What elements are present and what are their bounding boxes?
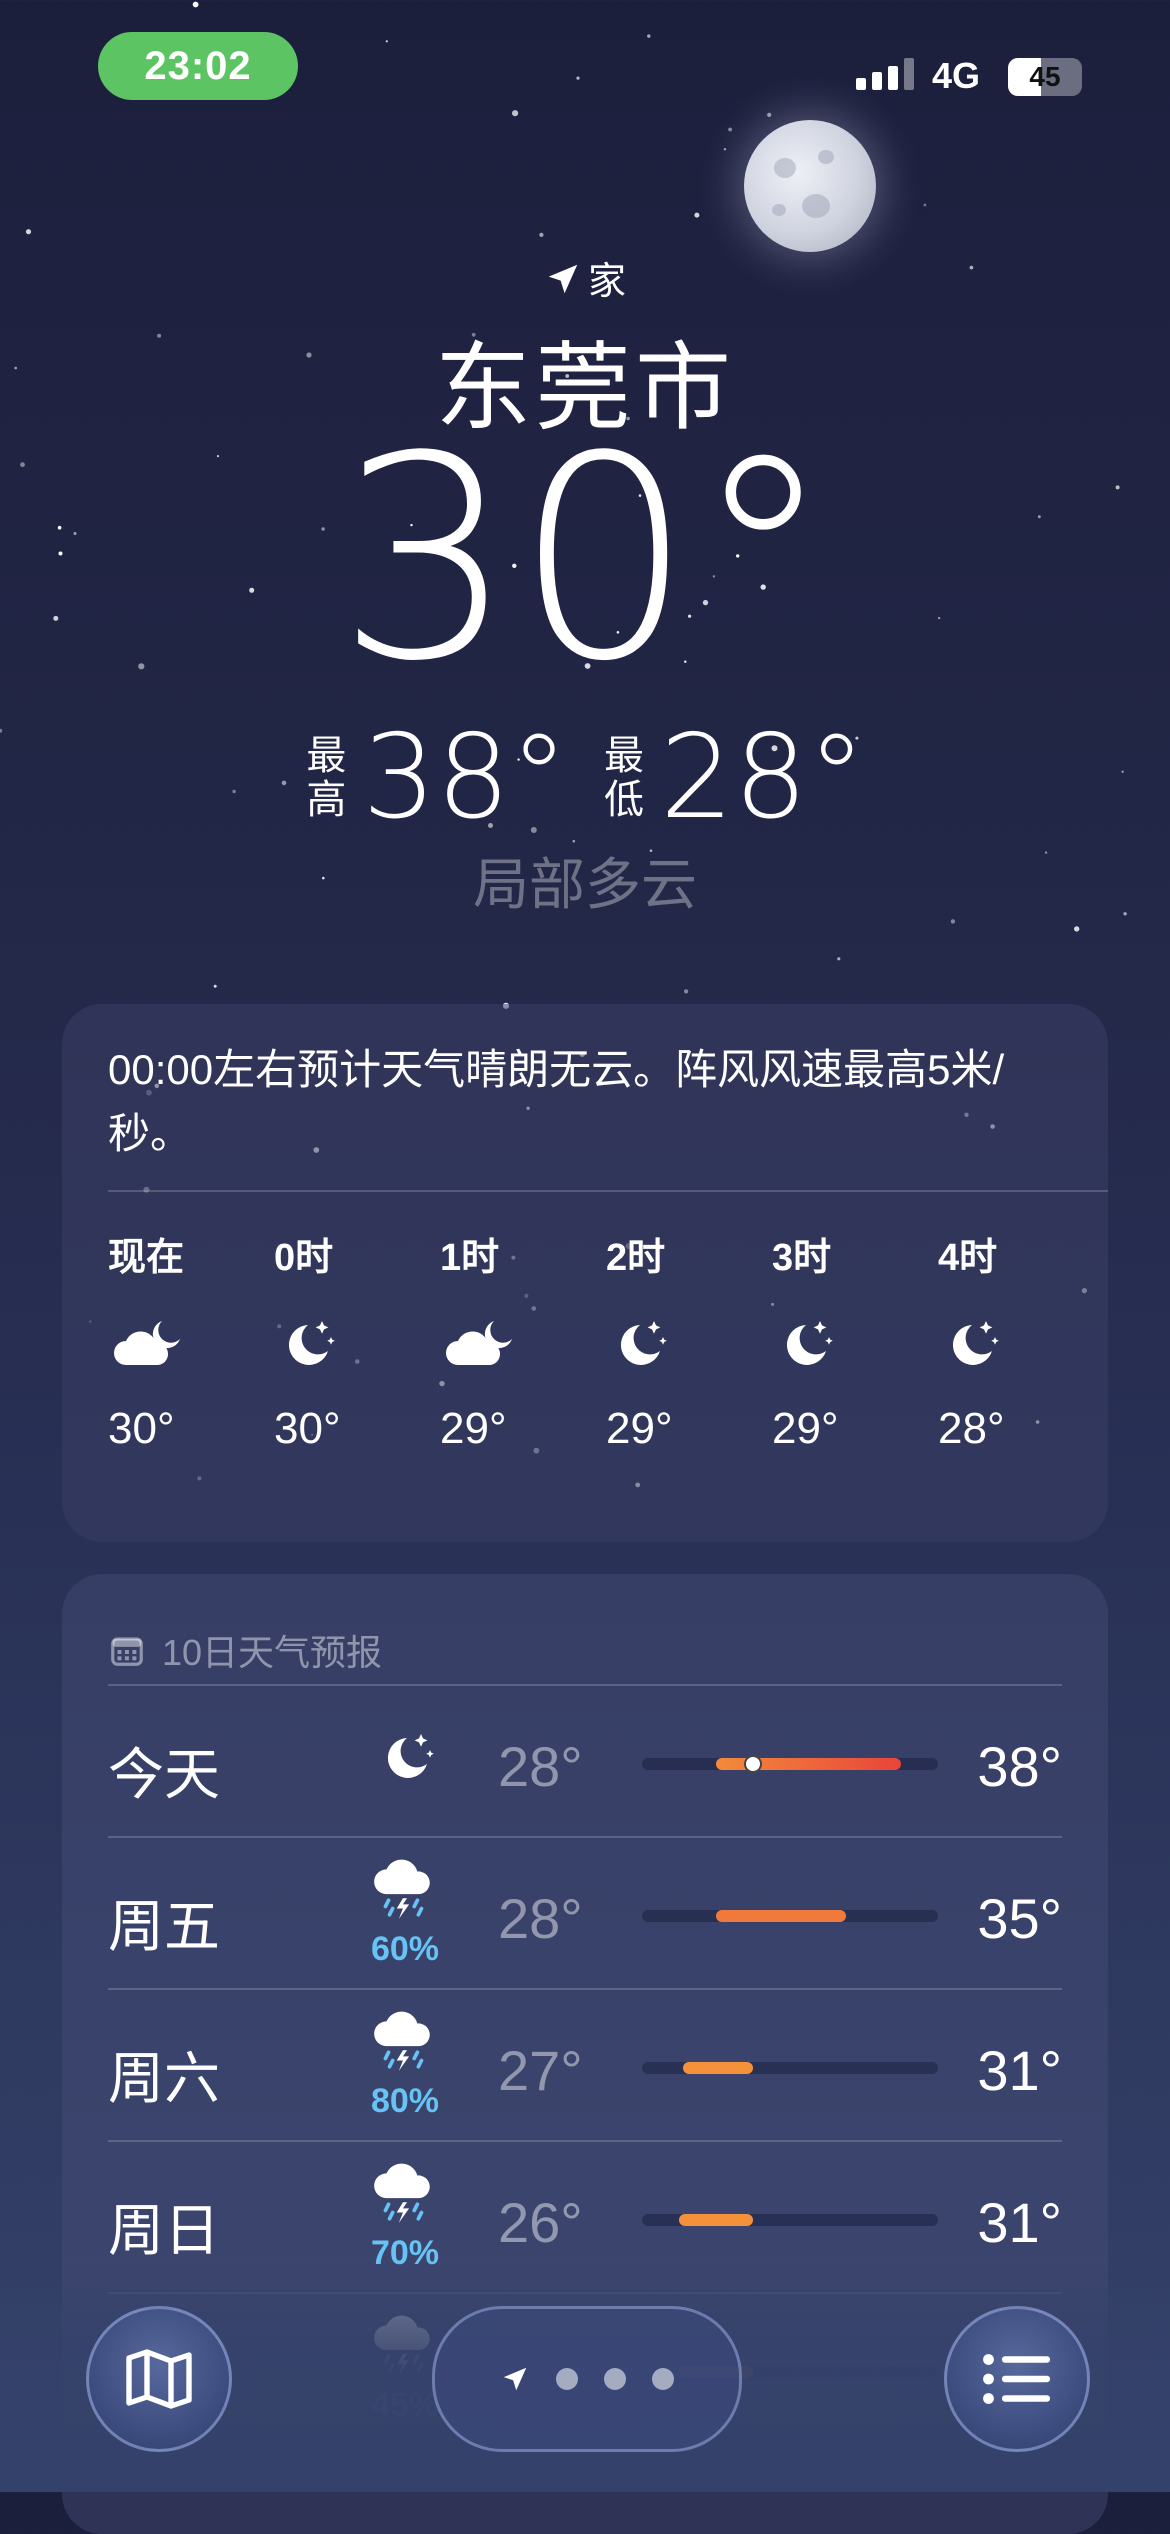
daily-row: 今天 28° 38°: [108, 1684, 1062, 1836]
day-label: 今天: [108, 1743, 220, 1806]
day-high-temp: 38°: [977, 1735, 1062, 1798]
thunderstorm-icon: [370, 2009, 440, 2080]
day-label: 周六: [108, 2047, 220, 2110]
precip-probability: 60%: [370, 1930, 440, 1968]
hourly-item: 1时 29°: [440, 1226, 606, 1454]
day-weather: 80%: [330, 1990, 480, 2140]
hour-label: 4时: [938, 1237, 998, 1279]
day-low-temp: 28°: [498, 1887, 583, 1950]
day-low-temp: 27°: [498, 2039, 583, 2102]
list-icon: [983, 2354, 1050, 2404]
page-dot: [604, 2368, 626, 2390]
hour-label: 现在: [108, 1237, 185, 1279]
calendar-icon: [111, 1637, 143, 1666]
network-type: 4G: [932, 55, 981, 96]
thunderstorm-icon: [370, 1857, 440, 1928]
battery-level: 45: [1029, 61, 1061, 92]
day-high-temp: 35°: [977, 1887, 1062, 1950]
moon-image: [744, 120, 876, 252]
day-high-temp: 31°: [977, 2039, 1062, 2102]
battery-icon: 45: [1008, 58, 1082, 96]
moon-stars-icon: [772, 1286, 836, 1404]
hour-temp: 29°: [440, 1404, 507, 1453]
day-high-temp: 31°: [977, 2191, 1062, 2254]
moon-stars-icon: [606, 1286, 670, 1404]
daily-forecast-title: 10日天气预报: [162, 1632, 383, 1673]
thunderstorm-icon: [370, 2161, 440, 2232]
status-time: 23:02: [98, 32, 298, 100]
map-icon: [126, 2349, 192, 2409]
temp-range-track: [642, 2062, 938, 2074]
temp-range-bar: [679, 2214, 753, 2226]
hourly-item: 4时 28°: [938, 1226, 1104, 1454]
hour-label: 0时: [274, 1237, 334, 1279]
day-label: 周日: [108, 2199, 220, 2262]
divider: [108, 1190, 1108, 1192]
daily-row: 周五 60% 28° 35°: [108, 1836, 1062, 1988]
location-arrow-icon: [548, 264, 578, 294]
low-temp: 28°: [660, 710, 866, 845]
current-temperature: 30°: [336, 397, 834, 723]
day-weather: 60%: [330, 1838, 480, 1988]
current-temp-marker: [744, 1755, 762, 1773]
temp-range-track: [642, 1910, 938, 1922]
page-dot: [556, 2368, 578, 2390]
hour-label: 2时: [606, 1237, 666, 1279]
location-row: 家: [0, 250, 1170, 305]
temp-range-track: [642, 2214, 938, 2226]
day-low-temp: 26°: [498, 2191, 583, 2254]
hour-temp: 30°: [274, 1404, 341, 1453]
hourly-list[interactable]: 现在 30° 0时 30° 1时 29° 2时 29° 3时 29° 4时 28°: [108, 1226, 1104, 1454]
day-weather: [330, 1686, 480, 1836]
hourly-item: 0时 30°: [274, 1226, 440, 1454]
hour-label: 1时: [440, 1237, 500, 1279]
hourly-item: 现在 30°: [108, 1226, 274, 1454]
temp-range-bar: [682, 2062, 753, 2074]
high-temp: 38°: [362, 710, 568, 845]
low-label: 最低: [604, 733, 644, 822]
location-label: 家: [587, 261, 626, 303]
moon-stars-icon: [373, 1726, 437, 1795]
high-label: 最高: [306, 733, 347, 822]
forecast-summary: 00:00左右预计天气晴朗无云。阵风风速最高5米/秒。: [108, 1046, 1005, 1157]
weather-condition: 局部多云: [473, 853, 697, 916]
page-indicator[interactable]: [432, 2306, 742, 2452]
daily-row: 周六 80% 27° 31°: [108, 1988, 1062, 2140]
status-time-text: 23:02: [144, 43, 252, 88]
cloud-moon-icon: [440, 1286, 520, 1404]
hourly-item: 3时 29°: [772, 1226, 938, 1454]
hour-temp: 28°: [938, 1404, 1005, 1453]
daily-forecast-header: 10日天气预报: [108, 1624, 382, 1676]
city-list-button[interactable]: [944, 2306, 1090, 2452]
hourly-forecast-card[interactable]: 00:00左右预计天气晴朗无云。阵风风速最高5米/秒。 现在 30° 0时 30°…: [62, 1004, 1108, 1542]
page-dot: [652, 2368, 674, 2390]
moon-stars-icon: [274, 1286, 338, 1404]
location-arrow-icon: [503, 2367, 527, 2391]
day-label: 周五: [108, 1895, 220, 1958]
map-button[interactable]: [86, 2306, 232, 2452]
moon-stars-icon: [938, 1286, 1002, 1404]
cloud-moon-icon: [108, 1286, 188, 1404]
high-low-temps: 最高 38° 最低 28°: [0, 710, 1170, 845]
hourly-item: 2时 29°: [606, 1226, 772, 1454]
cellular-signal-icon: [856, 58, 914, 90]
day-low-temp: 28°: [498, 1735, 583, 1798]
hour-label: 3时: [772, 1237, 832, 1279]
hour-temp: 29°: [772, 1404, 839, 1453]
hour-temp: 30°: [108, 1404, 175, 1453]
hour-temp: 29°: [606, 1404, 673, 1453]
temp-range-bar: [716, 1910, 846, 1922]
precip-probability: 80%: [370, 2082, 440, 2120]
temp-range-track: [642, 1755, 938, 1773]
